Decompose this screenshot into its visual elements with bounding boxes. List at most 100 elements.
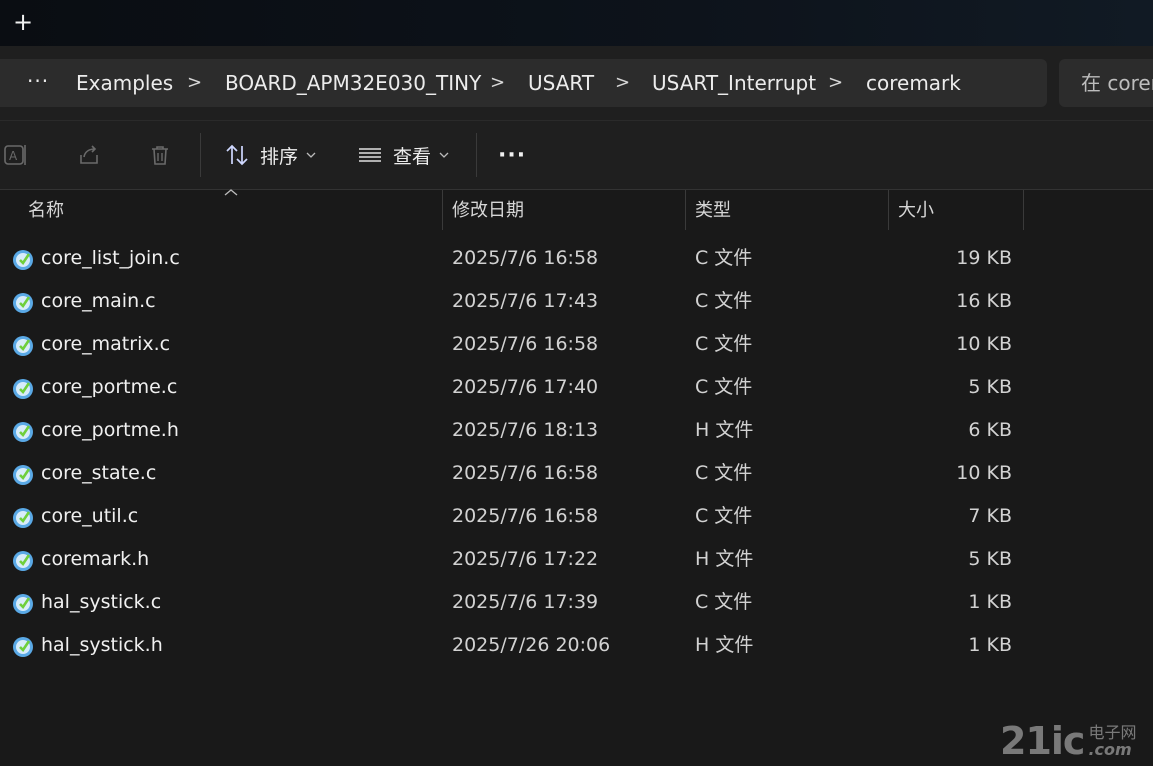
file-type: H 文件 [695, 634, 754, 656]
new-tab-button[interactable]: + [9, 8, 37, 36]
share-icon [80, 145, 98, 164]
column-resize-handle[interactable] [888, 190, 889, 230]
rename-button[interactable]: A [3, 121, 29, 189]
column-resize-handle[interactable] [685, 190, 686, 230]
file-icon [13, 465, 33, 485]
file-row[interactable]: core_util.c 2025/7/6 16:58 C 文件 7 KB [0, 495, 1153, 538]
file-size: 10 KB [956, 333, 1012, 355]
file-type: C 文件 [695, 462, 753, 484]
file-size: 1 KB [968, 591, 1012, 613]
file-row[interactable]: core_portme.h 2025/7/6 18:13 H 文件 6 KB [0, 409, 1153, 452]
more-options-button[interactable]: ··· [498, 121, 526, 189]
file-row[interactable]: hal_systick.c 2025/7/6 17:39 C 文件 1 KB [0, 581, 1153, 624]
delete-button[interactable] [147, 121, 173, 189]
file-type: C 文件 [695, 591, 753, 613]
file-icon [13, 379, 33, 399]
file-name: hal_systick.c [41, 591, 162, 613]
file-date: 2025/7/6 16:58 [452, 333, 599, 355]
file-icon [13, 293, 33, 313]
chevron-down-icon [306, 152, 316, 158]
file-name: core_list_join.c [41, 247, 180, 269]
chevron-down-icon [439, 152, 449, 158]
file-row[interactable]: coremark.h 2025/7/6 17:22 H 文件 5 KB [0, 538, 1153, 581]
command-toolbar: A 排序 查看 ··· [0, 121, 1153, 190]
breadcrumb-item-usart[interactable]: USART [528, 59, 594, 107]
view-button[interactable]: 查看 [357, 121, 449, 189]
file-name: core_portme.c [41, 376, 178, 398]
file-size: 5 KB [968, 376, 1012, 398]
breadcrumb-item-examples[interactable]: Examples [76, 59, 173, 107]
file-row[interactable]: core_portme.c 2025/7/6 17:40 C 文件 5 KB [0, 366, 1153, 409]
column-header-size[interactable]: 大小 [898, 190, 934, 230]
view-label: 查看 [393, 145, 432, 168]
delete-icon [152, 146, 168, 165]
file-row[interactable]: core_matrix.c 2025/7/6 16:58 C 文件 10 KB [0, 323, 1153, 366]
file-date: 2025/7/6 18:13 [452, 419, 599, 441]
breadcrumb-item-usart-interrupt[interactable]: USART_Interrupt [652, 59, 816, 107]
address-bar: ··· Examples > BOARD_APM32E030_TINY > US… [0, 46, 1153, 121]
file-type: C 文件 [695, 333, 753, 355]
column-header-name[interactable]: 名称 [28, 190, 64, 230]
toolbar-divider [476, 133, 477, 177]
breadcrumb-separator[interactable]: > [490, 59, 505, 107]
breadcrumb-more-button[interactable]: ··· [27, 59, 49, 107]
file-size: 7 KB [968, 505, 1012, 527]
file-date: 2025/7/26 20:06 [452, 634, 611, 656]
file-name: core_matrix.c [41, 333, 171, 355]
toolbar-divider [200, 133, 201, 177]
file-type: C 文件 [695, 247, 753, 269]
sort-label: 排序 [260, 145, 299, 168]
file-row[interactable]: core_state.c 2025/7/6 16:58 C 文件 10 KB [0, 452, 1153, 495]
column-resize-handle[interactable] [1023, 190, 1024, 230]
file-icon [13, 551, 33, 571]
breadcrumb-separator[interactable]: > [828, 59, 843, 107]
file-type: C 文件 [695, 290, 753, 312]
file-row[interactable]: hal_systick.h 2025/7/26 20:06 H 文件 1 KB [0, 624, 1153, 667]
file-name: core_main.c [41, 290, 156, 312]
breadcrumb-separator[interactable]: > [187, 59, 202, 107]
column-header: 名称 修改日期 类型 大小 [0, 189, 1153, 230]
file-row[interactable]: core_list_join.c 2025/7/6 16:58 C 文件 19 … [0, 237, 1153, 280]
tab-bar: + [0, 0, 1153, 46]
file-date: 2025/7/6 17:43 [452, 290, 599, 312]
file-size: 5 KB [968, 548, 1012, 570]
search-box[interactable]: 在 coremark 中搜索 [1059, 59, 1153, 107]
watermark-main: 21ic [1000, 719, 1085, 763]
column-header-date[interactable]: 修改日期 [452, 190, 524, 230]
file-type: C 文件 [695, 376, 753, 398]
file-date: 2025/7/6 16:58 [452, 247, 599, 269]
sort-ascending-icon [224, 189, 238, 196]
file-date: 2025/7/6 17:22 [452, 548, 599, 570]
file-type: H 文件 [695, 548, 754, 570]
watermark-com: .com [1088, 740, 1132, 759]
breadcrumb[interactable]: ··· Examples > BOARD_APM32E030_TINY > US… [0, 59, 1047, 107]
file-size: 10 KB [956, 462, 1012, 484]
column-resize-handle[interactable] [442, 190, 443, 230]
search-input[interactable]: 在 coremark 中搜索 [1081, 59, 1153, 107]
file-date: 2025/7/6 17:39 [452, 591, 599, 613]
breadcrumb-item-coremark[interactable]: coremark [866, 59, 961, 107]
file-row[interactable]: core_main.c 2025/7/6 17:43 C 文件 16 KB [0, 280, 1153, 323]
sort-button[interactable]: 排序 [224, 121, 316, 189]
file-name: hal_systick.h [41, 634, 163, 656]
column-header-type[interactable]: 类型 [695, 190, 731, 230]
breadcrumb-item-board[interactable]: BOARD_APM32E030_TINY [225, 59, 481, 107]
ai-rename-icon: A [4, 145, 26, 165]
sort-icon [226, 144, 248, 166]
file-name: core_util.c [41, 505, 139, 527]
breadcrumb-separator[interactable]: > [615, 59, 630, 107]
file-size: 6 KB [968, 419, 1012, 441]
file-date: 2025/7/6 16:58 [452, 462, 599, 484]
file-name: coremark.h [41, 548, 150, 570]
file-size: 19 KB [956, 247, 1012, 269]
file-size: 1 KB [968, 634, 1012, 656]
share-button[interactable] [76, 121, 102, 189]
file-name: core_portme.h [41, 419, 179, 441]
file-type: H 文件 [695, 419, 754, 441]
svg-text:A: A [9, 149, 18, 163]
file-icon [13, 250, 33, 270]
file-icon [13, 637, 33, 657]
view-list-icon [359, 148, 381, 162]
file-size: 16 KB [956, 290, 1012, 312]
watermark-logo: 21ic 电子网 .com [1000, 719, 1136, 763]
